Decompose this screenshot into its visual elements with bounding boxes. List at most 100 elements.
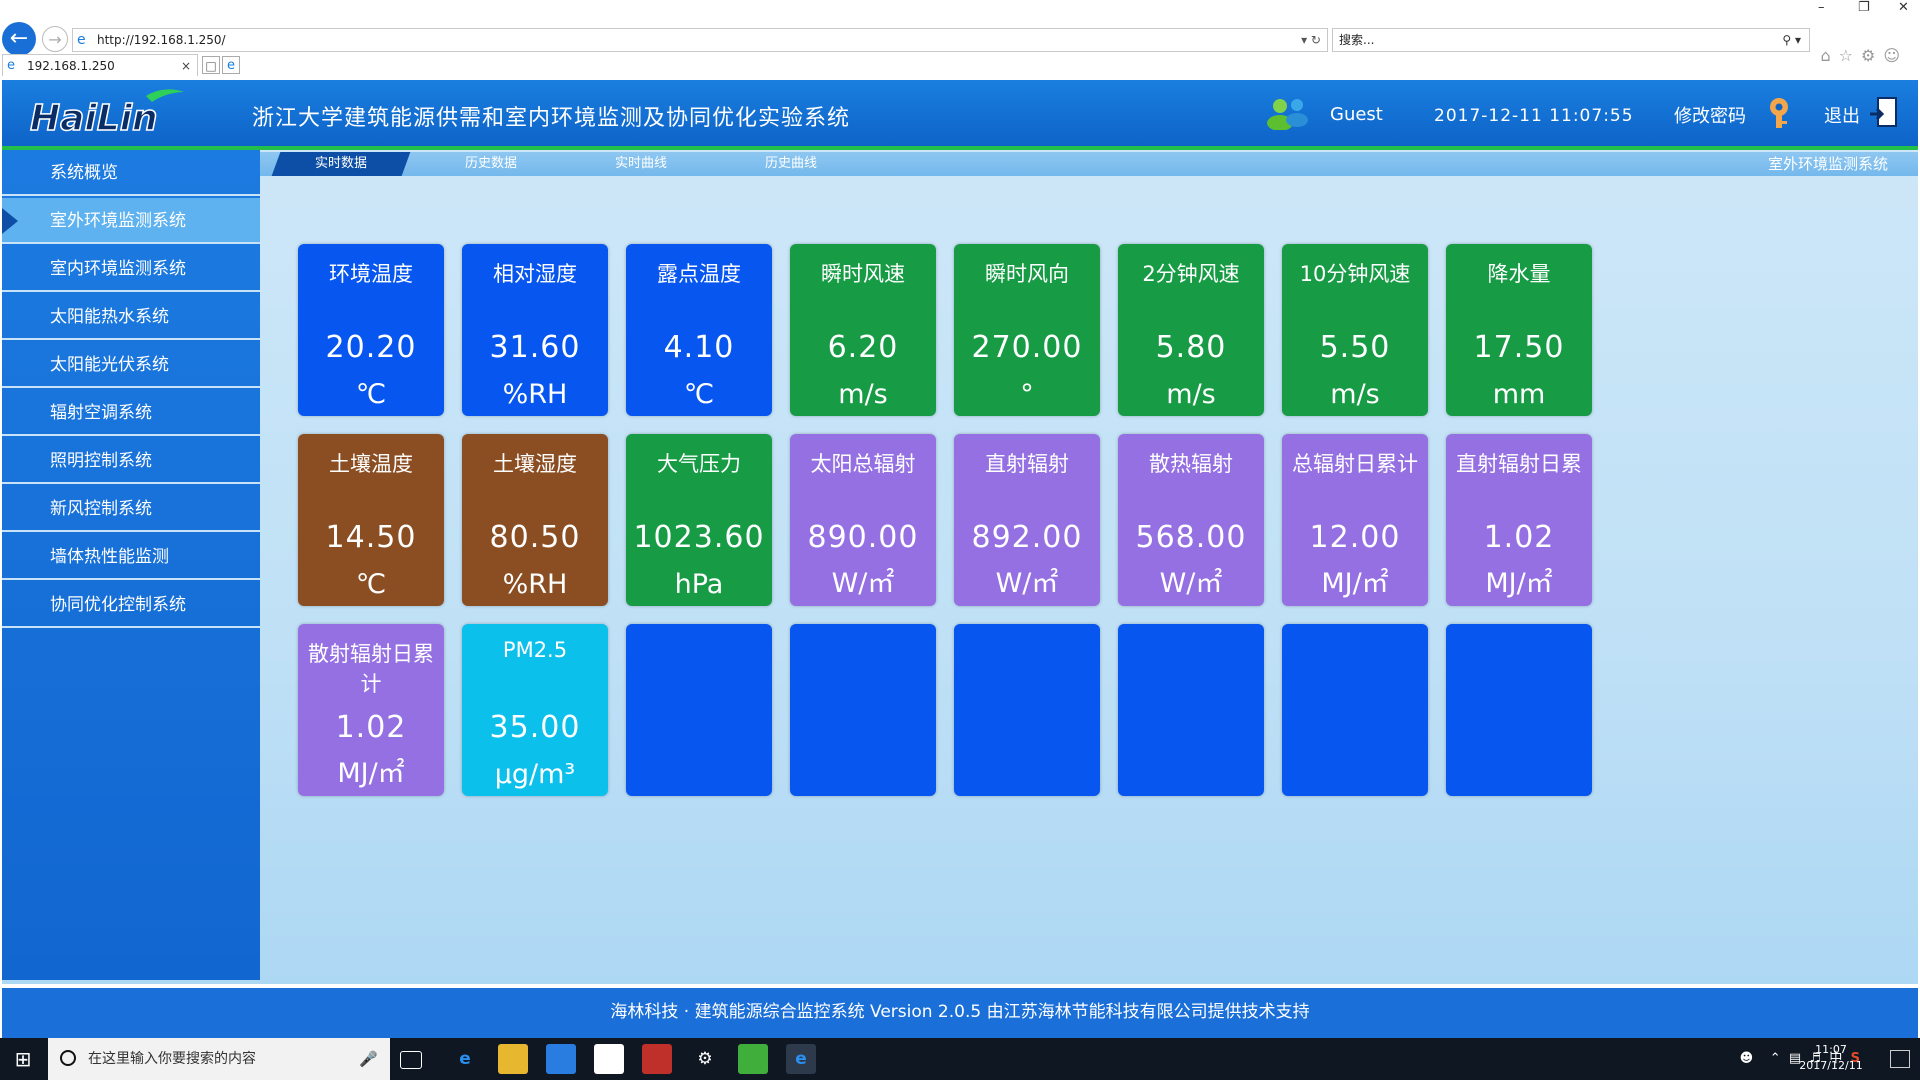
card-value: 14.50 (325, 520, 417, 555)
data-card[interactable]: 露点温度 4.10 ℃ (626, 244, 772, 416)
sidebar-item-indoor-env[interactable]: 室内环境监测系统 (2, 246, 260, 292)
tray-chevron-icon[interactable]: ⌃ (1770, 1051, 1781, 1066)
sidebar-item-label: 室外环境监测系统 (50, 211, 186, 231)
sidebar-item-co-optimization[interactable]: 协同优化控制系统 (2, 582, 260, 628)
data-card[interactable]: 环境温度 20.20 ℃ (298, 244, 444, 416)
card-label: 土壤温度 (329, 452, 413, 476)
sidebar-item-label: 辐射空调系统 (50, 403, 152, 423)
data-card[interactable]: 瞬时风向 270.00 ° (954, 244, 1100, 416)
sidebar-item-outdoor-env[interactable]: 室外环境监测系统 (2, 198, 260, 244)
data-card[interactable]: 瞬时风速 6.20 m/s (790, 244, 936, 416)
close-window-button[interactable]: ✕ (1898, 0, 1909, 15)
tab-realtime-curve[interactable]: 实时曲线 (576, 152, 706, 176)
tab-label: 实时数据 (314, 156, 367, 171)
sidebar-item-overview[interactable]: 系统概览 (2, 150, 260, 196)
forward-button[interactable]: → (42, 26, 68, 52)
mail-icon[interactable] (594, 1044, 624, 1074)
data-card[interactable]: 散射辐射日累计 1.02 MJ/㎡ (298, 624, 444, 796)
card-value: 568.00 (1135, 520, 1247, 555)
tab-close-icon[interactable]: × (181, 55, 191, 77)
data-card[interactable]: 降水量 17.50 mm (1446, 244, 1592, 416)
key-icon[interactable] (1764, 96, 1794, 130)
new-tab-button[interactable]: □ (202, 56, 220, 74)
tab-history-data[interactable]: 历史数据 (426, 152, 556, 176)
sidebar-item-wall-thermal[interactable]: 墙体热性能监测 (2, 534, 260, 580)
start-button[interactable]: ⊞ (0, 1038, 46, 1080)
change-password-link[interactable]: 修改密码 (1674, 102, 1746, 128)
empty-data-card[interactable] (954, 624, 1100, 796)
empty-data-card[interactable] (626, 624, 772, 796)
back-button[interactable]: ← (2, 22, 36, 56)
card-label: 瞬时风速 (821, 262, 905, 286)
data-card[interactable]: 土壤湿度 80.50 %RH (462, 434, 608, 606)
card-label: 10分钟风速 (1299, 262, 1411, 286)
card-label: 直射辐射日累 (1456, 452, 1582, 476)
sidebar-item-label: 系统概览 (50, 163, 118, 183)
task-view-icon[interactable] (400, 1051, 422, 1069)
sidebar-item-label: 照明控制系统 (50, 451, 152, 471)
ie-page-icon: e (77, 32, 86, 48)
maximize-button[interactable]: ❐ (1858, 0, 1870, 15)
data-card[interactable]: PM2.5 35.00 μg/m³ (462, 624, 608, 796)
sidebar-item-lighting[interactable]: 照明控制系统 (2, 438, 260, 484)
card-unit: MJ/㎡ (1485, 568, 1553, 599)
edge-icon[interactable]: e (450, 1044, 480, 1074)
url-text[interactable]: http://192.168.1.250/ (97, 29, 226, 51)
sidebar-item-fresh-air[interactable]: 新风控制系统 (2, 486, 260, 532)
card-unit: μg/m³ (494, 759, 576, 790)
refresh-icon[interactable]: ▾ ↻ (1301, 29, 1321, 51)
data-card[interactable]: 大气压力 1023.60 hPa (626, 434, 772, 606)
data-card[interactable]: 太阳总辐射 890.00 W/㎡ (790, 434, 936, 606)
ie-new-tab-icon[interactable]: e (222, 56, 240, 74)
minimize-button[interactable]: – (1818, 0, 1825, 15)
data-card[interactable]: 土壤温度 14.50 ℃ (298, 434, 444, 606)
search-icon[interactable]: ⚲ ▾ (1782, 29, 1801, 51)
sidebar-item-solar-water[interactable]: 太阳能热水系统 (2, 294, 260, 340)
microphone-icon[interactable]: 🎤 (359, 1038, 378, 1080)
empty-data-card[interactable] (790, 624, 936, 796)
card-unit: MJ/㎡ (1321, 568, 1389, 599)
taskbar-search-placeholder: 在这里输入你要搜索的内容 (88, 1051, 256, 1067)
taskbar-clock[interactable]: 11:07 2017/12/11 (1786, 1042, 1876, 1074)
data-card[interactable]: 直射辐射日累 1.02 MJ/㎡ (1446, 434, 1592, 606)
card-value: 31.60 (489, 330, 581, 365)
settings-gear-icon[interactable]: ⚙ (690, 1044, 720, 1074)
data-card[interactable]: 相对湿度 31.60 %RH (462, 244, 608, 416)
data-card[interactable]: 散热辐射 568.00 W/㎡ (1118, 434, 1264, 606)
people-icon[interactable]: ☻ (1740, 1051, 1754, 1066)
card-unit: ℃ (355, 379, 387, 410)
empty-data-card[interactable] (1282, 624, 1428, 796)
logout-link[interactable]: 退出 (1824, 102, 1860, 128)
sidebar-item-label: 太阳能热水系统 (50, 307, 169, 327)
taskbar-search[interactable]: 在这里输入你要搜索的内容 🎤 (48, 1038, 390, 1080)
sidebar-item-label: 太阳能光伏系统 (50, 355, 169, 375)
sidebar-item-radiant-ac[interactable]: 辐射空调系统 (2, 390, 260, 436)
users-icon (1267, 99, 1308, 130)
browser-search-box[interactable]: 搜索... ⚲ ▾ (1332, 28, 1810, 52)
clock-date: 2017/12/11 (1799, 1059, 1863, 1072)
sidebar-item-solar-pv[interactable]: 太阳能光伏系统 (2, 342, 260, 388)
card-label: PM2.5 (502, 638, 568, 662)
data-card[interactable]: 2分钟风速 5.80 m/s (1118, 244, 1264, 416)
data-card[interactable]: 直射辐射 892.00 W/㎡ (954, 434, 1100, 606)
data-card[interactable]: 总辐射日累计 12.00 MJ/㎡ (1282, 434, 1428, 606)
address-bar[interactable]: e http://192.168.1.250/ ▾ ↻ (72, 28, 1328, 52)
notification-icon[interactable] (1890, 1050, 1910, 1068)
app-red-icon[interactable] (642, 1044, 672, 1074)
sidebar-item-label: 室内环境监测系统 (50, 259, 186, 279)
data-card[interactable]: 10分钟风速 5.50 m/s (1282, 244, 1428, 416)
card-unit: ° (1020, 379, 1034, 410)
empty-data-card[interactable] (1446, 624, 1592, 796)
hailin-logo: HaiLin (29, 89, 184, 140)
logout-icon[interactable] (1868, 96, 1900, 130)
file-explorer-icon[interactable] (498, 1044, 528, 1074)
store-icon[interactable] (546, 1044, 576, 1074)
tab-realtime-data[interactable]: 实时数据 (271, 152, 411, 176)
card-unit: mm (1492, 379, 1546, 410)
sidebar: 系统概览 室外环境监测系统 室内环境监测系统 太阳能热水系统 太阳能光伏系统 辐… (2, 150, 260, 980)
empty-data-card[interactable] (1118, 624, 1264, 796)
tab-history-curve[interactable]: 历史曲线 (726, 152, 856, 176)
wechat-icon[interactable] (738, 1044, 768, 1074)
ie-taskbar-icon[interactable]: e (786, 1044, 816, 1074)
browser-tab[interactable]: e 192.168.1.250 × (2, 54, 198, 76)
